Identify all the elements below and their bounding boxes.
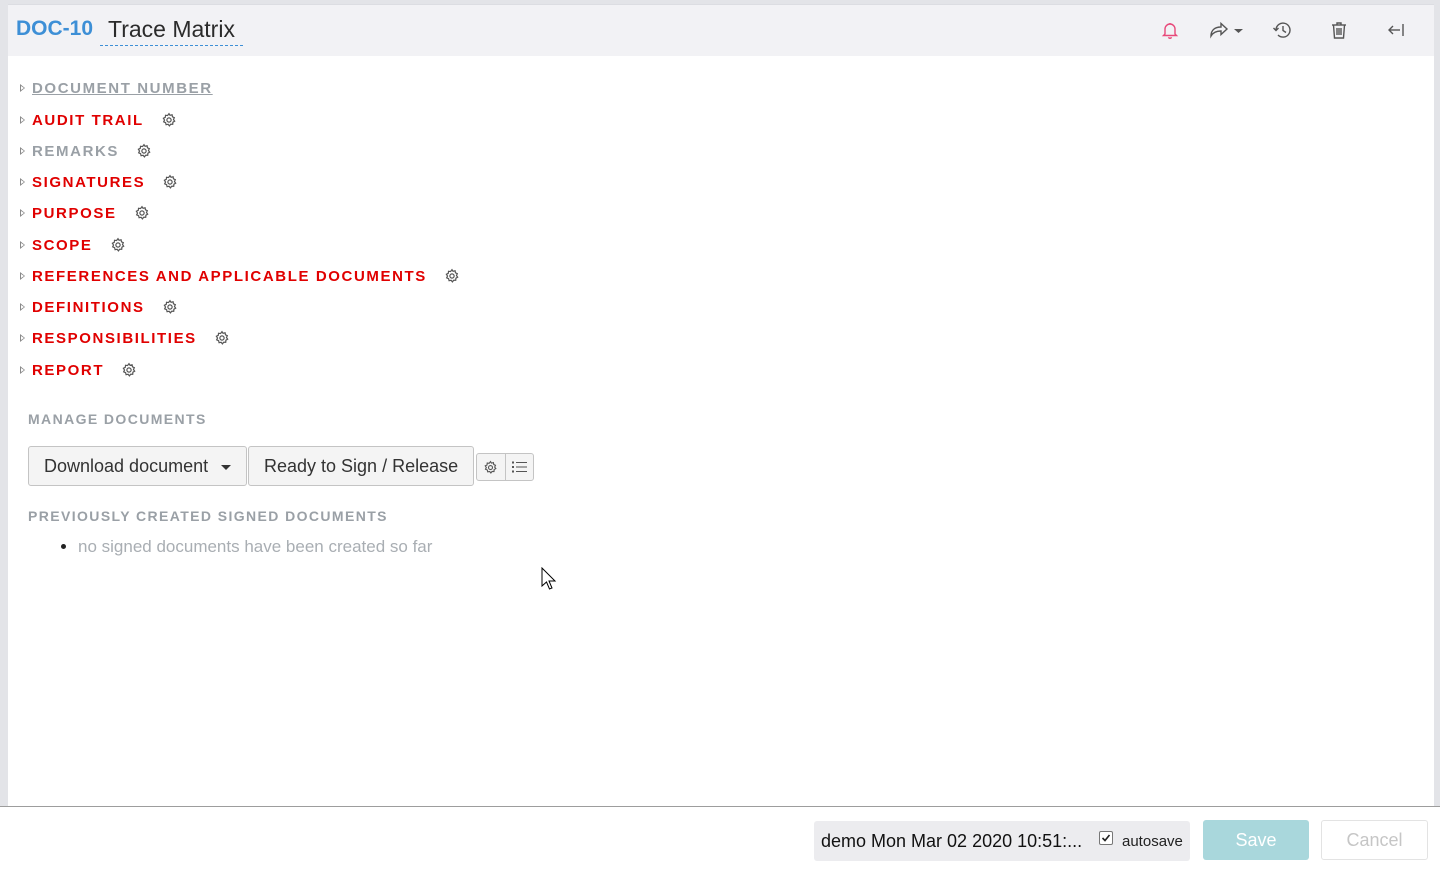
gear-icon	[484, 460, 497, 474]
save-button[interactable]: Save	[1203, 820, 1309, 860]
checkmark-icon	[1101, 834, 1111, 842]
mouse-cursor-icon	[541, 567, 557, 590]
gear-icon[interactable]	[214, 330, 230, 346]
document-list-button[interactable]	[504, 454, 534, 480]
document-options-group	[476, 453, 534, 481]
section-row[interactable]: REPORT	[8, 360, 137, 380]
section-label[interactable]: RESPONSIBILITIES	[32, 330, 197, 347]
revision-status-text: demo Mon Mar 02 2020 10:51:...	[821, 830, 1083, 851]
document-panel: DOC-10 Trace Matrix DOCUMENT NUMBER AUDI…	[8, 4, 1434, 806]
section-label[interactable]: PURPOSE	[32, 205, 117, 222]
empty-state-text: no signed documents have been created so…	[78, 537, 433, 556]
bell-icon[interactable]	[1160, 19, 1180, 41]
autosave-label: autosave	[1122, 832, 1183, 850]
document-title[interactable]: Trace Matrix	[100, 16, 243, 46]
gear-icon[interactable]	[134, 205, 150, 221]
section-label[interactable]: DEFINITIONS	[32, 299, 145, 316]
document-id: DOC-10	[16, 17, 94, 40]
section-row[interactable]: PURPOSE	[8, 203, 150, 223]
expand-triangle-icon[interactable]	[20, 178, 25, 186]
list-item: no signed documents have been created so…	[78, 536, 432, 558]
expand-triangle-icon[interactable]	[20, 209, 25, 217]
section-row[interactable]: RESPONSIBILITIES	[8, 328, 230, 348]
gear-icon[interactable]	[110, 237, 126, 253]
share-icon[interactable]	[1208, 19, 1246, 41]
previous-signed-documents-heading: PREVIOUSLY CREATED SIGNED DOCUMENTS	[28, 508, 388, 524]
section-row[interactable]: DEFINITIONS	[8, 297, 178, 317]
section-label[interactable]: SIGNATURES	[32, 174, 145, 191]
section-row[interactable]: REFERENCES AND APPLICABLE DOCUMENTS	[8, 266, 460, 286]
expand-triangle-icon[interactable]	[20, 334, 25, 342]
document-header: DOC-10 Trace Matrix	[8, 4, 1434, 56]
collapse-icon[interactable]	[1385, 19, 1407, 41]
revision-status-box: demo Mon Mar 02 2020 10:51:... autosave	[814, 821, 1190, 861]
download-document-label: Download document	[44, 455, 209, 476]
gear-icon[interactable]	[136, 143, 152, 159]
list-icon	[511, 461, 527, 473]
section-label[interactable]: REMARKS	[32, 143, 119, 160]
manage-documents-heading: MANAGE DOCUMENTS	[28, 411, 207, 427]
section-row[interactable]: SCOPE	[8, 235, 126, 255]
section-label[interactable]: REFERENCES AND APPLICABLE DOCUMENTS	[32, 268, 427, 285]
ready-to-sign-label: Ready to Sign / Release	[264, 455, 459, 476]
download-document-button[interactable]: Download document	[28, 446, 248, 486]
trash-icon[interactable]	[1329, 19, 1349, 41]
footer-bar: demo Mon Mar 02 2020 10:51:... autosave …	[0, 806, 1440, 869]
autosave-checkbox[interactable]	[1099, 831, 1113, 845]
document-settings-button[interactable]	[477, 454, 505, 480]
expand-triangle-icon[interactable]	[20, 272, 25, 280]
gear-icon[interactable]	[162, 174, 178, 190]
gear-icon[interactable]	[162, 299, 178, 315]
gear-icon[interactable]	[161, 112, 177, 128]
signed-documents-list: no signed documents have been created so…	[58, 536, 432, 558]
section-label[interactable]: SCOPE	[32, 237, 93, 254]
expand-triangle-icon[interactable]	[20, 84, 25, 92]
section-row[interactable]: REMARKS	[8, 141, 152, 161]
expand-triangle-icon[interactable]	[20, 116, 25, 124]
section-label[interactable]: DOCUMENT NUMBER	[32, 80, 213, 97]
section-label[interactable]: REPORT	[32, 362, 104, 379]
gear-icon[interactable]	[121, 362, 137, 378]
expand-triangle-icon[interactable]	[20, 241, 25, 249]
section-row[interactable]: SIGNATURES	[8, 172, 178, 192]
section-label[interactable]: AUDIT TRAIL	[32, 112, 144, 129]
autosave-toggle[interactable]: autosave	[1099, 831, 1183, 850]
chevron-down-icon	[221, 464, 232, 470]
expand-triangle-icon[interactable]	[20, 147, 25, 155]
ready-to-sign-release-button[interactable]: Ready to Sign / Release	[248, 446, 475, 486]
expand-triangle-icon[interactable]	[20, 303, 25, 311]
history-icon[interactable]	[1272, 19, 1294, 41]
section-row[interactable]: DOCUMENT NUMBER	[8, 78, 213, 98]
cancel-button[interactable]: Cancel	[1321, 820, 1428, 860]
gear-icon[interactable]	[444, 268, 460, 284]
section-row[interactable]: AUDIT TRAIL	[8, 110, 177, 130]
expand-triangle-icon[interactable]	[20, 366, 25, 374]
